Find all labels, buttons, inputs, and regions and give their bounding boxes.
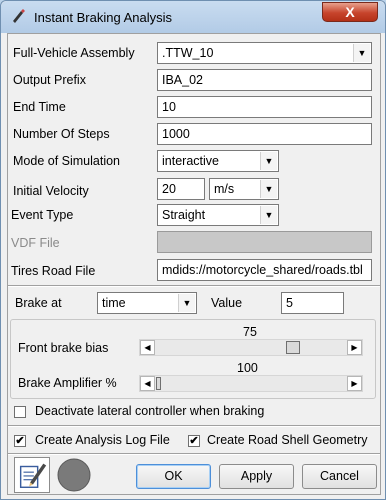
mode-label: Mode of Simulation [13,154,121,168]
mode-select[interactable]: interactive ▼ [157,150,279,172]
event-type-select[interactable]: Straight ▼ [157,204,279,226]
amplifier-label: Brake Amplifier % [18,376,117,390]
velocity-unit-value: m/s [214,182,235,196]
close-button[interactable]: X [322,2,378,22]
cancel-button[interactable]: Cancel [302,464,377,489]
brake-value-field[interactable]: 5 [281,292,344,314]
slider-thumb[interactable] [285,341,300,354]
front-bias-label: Front brake bias [18,341,109,355]
chevron-down-icon[interactable]: ▼ [260,152,277,170]
front-bias-slider[interactable]: ◀ ▶ [139,339,363,356]
vdf-file-label: VDF File [11,236,60,250]
velocity-field[interactable]: 20 [157,178,205,200]
road-shell-label: Create Road Shell Geometry [207,433,368,447]
output-prefix-label: Output Prefix [13,73,86,87]
chevron-down-icon[interactable]: ▼ [353,44,370,62]
output-prefix-field[interactable]: IBA_02 [157,69,372,91]
app-icon [13,9,25,23]
title-bar[interactable]: Instant Braking Analysis X [1,1,385,33]
velocity-unit-select[interactable]: m/s ▼ [209,178,279,200]
separator [8,285,380,287]
chevron-left-icon[interactable]: ◀ [140,376,155,391]
log-file-checkbox[interactable]: ✔ [14,435,26,447]
brake-at-select[interactable]: time ▼ [97,292,197,314]
dialog-body: Full-Vehicle Assembly .TTW_10 ▼ Output P… [7,33,381,495]
assembly-value: .TTW_10 [162,46,214,60]
log-file-label: Create Analysis Log File [35,433,170,447]
amplifier-slider[interactable]: ◀ ▶ [139,375,363,392]
dialog-window: Instant Braking Analysis X Full-Vehicle … [0,0,386,500]
brake-at-value: time [102,296,126,310]
chevron-down-icon[interactable]: ▼ [260,180,277,198]
window-title: Instant Braking Analysis [34,10,173,25]
chevron-left-icon[interactable]: ◀ [140,340,155,355]
velocity-label: Initial Velocity [13,184,89,198]
chevron-right-icon[interactable]: ▶ [347,376,362,391]
ok-button[interactable]: OK [136,464,211,489]
tires-road-label: Tires Road File [11,264,96,278]
event-type-value: Straight [162,208,206,222]
brake-value-label: Value [211,296,243,310]
separator [8,425,380,427]
tires-road-field[interactable]: mdids://motorcycle_shared/roads.tbl [157,259,372,281]
chevron-right-icon[interactable]: ▶ [347,340,362,355]
slider-track[interactable] [139,375,363,392]
chevron-down-icon[interactable]: ▼ [178,294,195,312]
chevron-down-icon[interactable]: ▼ [260,206,277,224]
separator [8,453,380,455]
assembly-label: Full-Vehicle Assembly [13,46,135,60]
deactivate-lateral-checkbox[interactable] [14,406,26,418]
road-shell-checkbox[interactable]: ✔ [188,435,200,447]
deactivate-lateral-label: Deactivate lateral controller when braki… [35,404,265,418]
steps-label: Number Of Steps [13,127,110,141]
assembly-select[interactable]: .TTW_10 ▼ [157,42,372,64]
apply-button[interactable]: Apply [219,464,294,489]
mode-value: interactive [162,154,219,168]
steps-field[interactable]: 1000 [157,123,372,145]
edit-document-icon[interactable] [14,457,50,493]
stop-circle-icon[interactable] [56,457,92,493]
front-bias-value: 75 [243,325,257,339]
slider-track[interactable] [139,339,363,356]
slider-thumb[interactable] [156,377,161,390]
amplifier-value: 100 [237,361,258,375]
end-time-label: End Time [13,100,66,114]
end-time-field[interactable]: 10 [157,96,372,118]
event-type-label: Event Type [11,208,74,222]
vdf-file-field [157,231,372,253]
brake-at-label: Brake at [15,296,62,310]
